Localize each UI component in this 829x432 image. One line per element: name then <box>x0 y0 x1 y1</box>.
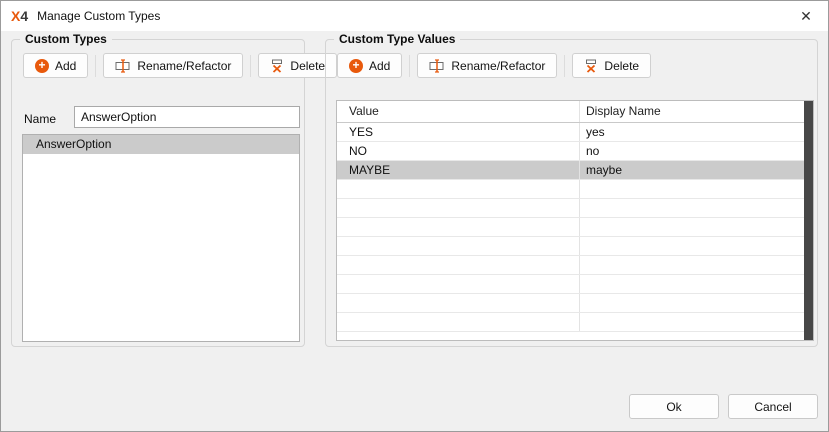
table-row[interactable]: YESyes <box>337 123 813 142</box>
add-value-label: Add <box>369 59 390 73</box>
cell-value <box>337 275 580 293</box>
cancel-button-label: Cancel <box>754 400 791 414</box>
cell-display-name <box>580 294 813 312</box>
delete-icon <box>270 59 284 73</box>
cell-value: YES <box>337 123 580 141</box>
rename-type-label: Rename/Refactor <box>137 59 231 73</box>
delete-type-label: Delete <box>290 59 325 73</box>
window-title: Manage Custom Types <box>37 9 160 23</box>
toolbar-separator <box>95 55 96 77</box>
add-icon: + <box>35 59 49 73</box>
cell-display-name <box>580 313 813 331</box>
cell-value: MAYBE <box>337 161 580 179</box>
cell-display-name <box>580 256 813 274</box>
delete-value-button[interactable]: Delete <box>572 53 651 78</box>
app-logo: X4 <box>11 8 28 24</box>
cell-display-name: maybe <box>580 161 813 179</box>
cell-display-name: yes <box>580 123 813 141</box>
delete-icon <box>584 59 598 73</box>
add-value-button[interactable]: + Add <box>337 53 402 78</box>
vertical-scrollbar[interactable] <box>804 101 813 340</box>
cell-display-name <box>580 237 813 255</box>
add-type-label: Add <box>55 59 76 73</box>
table-row-empty[interactable] <box>337 180 813 199</box>
table-row-empty[interactable] <box>337 313 813 332</box>
cell-value <box>337 180 580 198</box>
custom-types-group: Custom Types + Add Rename/Refactor <box>11 39 305 347</box>
values-table-body: YESyesNOnoMAYBEmaybe <box>337 123 813 340</box>
values-table-header: Value Display Name <box>337 101 813 123</box>
close-button[interactable]: ✕ <box>784 1 828 31</box>
toolbar-separator <box>409 55 410 77</box>
custom-types-list[interactable]: AnswerOption <box>22 134 300 342</box>
table-row-empty[interactable] <box>337 237 813 256</box>
ok-button[interactable]: Ok <box>629 394 719 419</box>
rename-icon <box>429 59 445 73</box>
logo-x: X <box>11 8 20 24</box>
table-row-empty[interactable] <box>337 275 813 294</box>
table-row-empty[interactable] <box>337 294 813 313</box>
logo-4: 4 <box>20 8 28 24</box>
custom-types-group-label: Custom Types <box>20 32 112 46</box>
delete-value-label: Delete <box>604 59 639 73</box>
cell-value <box>337 218 580 236</box>
toolbar-separator <box>564 55 565 77</box>
rename-value-button[interactable]: Rename/Refactor <box>417 53 557 78</box>
cell-display-name <box>580 218 813 236</box>
table-row[interactable]: MAYBEmaybe <box>337 161 813 180</box>
cell-display-name: no <box>580 142 813 160</box>
custom-type-values-group: Custom Type Values + Add Rename/Refactor <box>325 39 818 347</box>
column-header-display-name: Display Name <box>580 101 813 122</box>
cell-display-name <box>580 275 813 293</box>
values-table: Value Display Name YESyesNOnoMAYBEmaybe <box>336 100 814 341</box>
list-item[interactable]: AnswerOption <box>23 135 299 154</box>
close-icon: ✕ <box>800 8 812 25</box>
add-icon: + <box>349 59 363 73</box>
custom-types-toolbar: + Add Rename/Refactor <box>23 53 337 78</box>
cell-value <box>337 313 580 331</box>
plus-glyph: + <box>38 59 45 71</box>
table-row[interactable]: NOno <box>337 142 813 161</box>
cell-value: NO <box>337 142 580 160</box>
rename-type-button[interactable]: Rename/Refactor <box>103 53 243 78</box>
custom-type-values-group-label: Custom Type Values <box>334 32 460 46</box>
column-header-value: Value <box>337 101 580 122</box>
cell-value <box>337 256 580 274</box>
manage-custom-types-dialog: X4 Manage Custom Types ✕ Custom Types + … <box>0 0 829 432</box>
ok-button-label: Ok <box>666 400 681 414</box>
cell-value <box>337 294 580 312</box>
title-bar: X4 Manage Custom Types ✕ <box>1 1 828 31</box>
table-row-empty[interactable] <box>337 199 813 218</box>
cell-display-name <box>580 199 813 217</box>
toolbar-separator <box>250 55 251 77</box>
name-label: Name <box>24 112 56 126</box>
custom-type-values-toolbar: + Add Rename/Refactor <box>337 53 651 78</box>
cancel-button[interactable]: Cancel <box>728 394 818 419</box>
cell-display-name <box>580 180 813 198</box>
cell-value <box>337 237 580 255</box>
table-row-empty[interactable] <box>337 218 813 237</box>
cell-value <box>337 199 580 217</box>
plus-glyph: + <box>352 59 359 71</box>
table-row-empty[interactable] <box>337 256 813 275</box>
rename-icon <box>115 59 131 73</box>
type-name-input[interactable] <box>74 106 300 128</box>
add-type-button[interactable]: + Add <box>23 53 88 78</box>
rename-value-label: Rename/Refactor <box>451 59 545 73</box>
